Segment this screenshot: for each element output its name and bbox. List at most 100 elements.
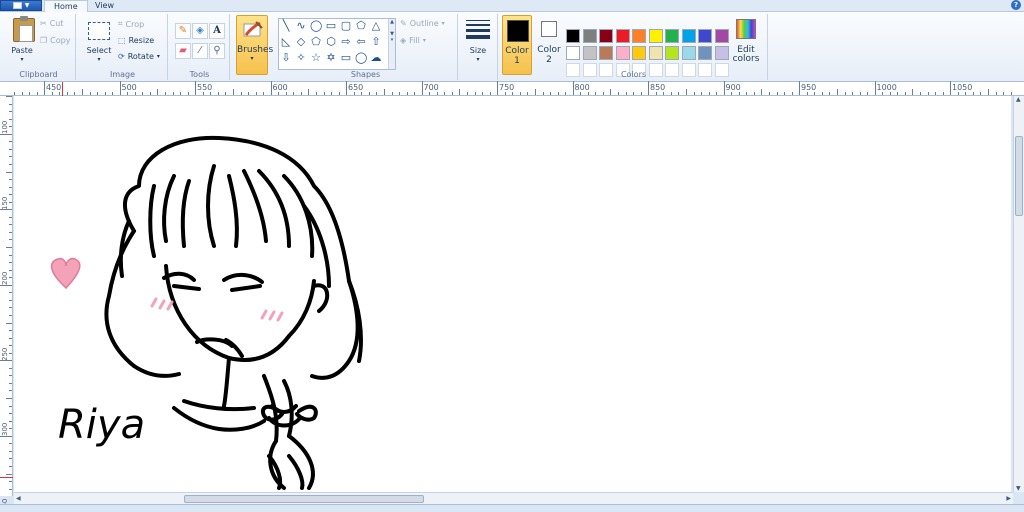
right-triangle-shape-icon[interactable]: ◺ — [280, 36, 292, 48]
ruler-tick — [210, 92, 212, 95]
hexagon-shape-icon[interactable]: ⬡ — [325, 36, 337, 48]
ribbon-tab-bar: ▼ Home View ? — [0, 0, 1024, 13]
scroll-left-icon[interactable]: ◀ — [16, 495, 21, 502]
ruler-tick — [29, 92, 31, 95]
horizontal-scroll-thumb[interactable] — [184, 495, 424, 503]
ruler-tick — [255, 92, 257, 95]
fill-button[interactable]: ◈ Fill ▾ — [400, 36, 426, 45]
ruler-tick — [9, 231, 12, 233]
triangle-shape-icon[interactable]: △ — [370, 20, 382, 32]
ruler-tick — [361, 92, 363, 95]
line-shape-icon[interactable]: ╲ — [280, 20, 292, 32]
horizontal-scrollbar[interactable]: ◀ ▶ — [14, 492, 1013, 504]
cut-button[interactable]: ✂ Cut — [40, 19, 64, 28]
ruler-tick — [9, 163, 12, 165]
colors-group: Colors — [500, 14, 768, 80]
left-arrow-shape-icon[interactable]: ⇦ — [355, 36, 367, 48]
rotate-dropdown-icon: ▾ — [156, 53, 160, 60]
ruler-tick — [738, 92, 740, 95]
scroll-up-icon[interactable]: ▲ — [1016, 96, 1021, 103]
ruler-tick — [625, 92, 627, 95]
ruler-tick — [180, 92, 182, 95]
rounded-callout-shape-icon[interactable]: ▭ — [340, 52, 352, 64]
copy-button[interactable]: ❐ Copy — [40, 36, 70, 45]
ruler-tick — [0, 360, 12, 362]
select-label: Select — [86, 46, 112, 55]
down-arrow-shape-icon[interactable]: ⇩ — [280, 52, 292, 64]
scroll-right-icon[interactable]: ▶ — [1006, 495, 1011, 502]
magnifier-icon[interactable]: ⚲ — [209, 43, 225, 59]
four-point-star-shape-icon[interactable]: ✧ — [295, 52, 307, 64]
ruler-tick — [504, 92, 506, 95]
ruler-tick — [595, 92, 597, 95]
ruler-tick — [165, 92, 166, 95]
size-button[interactable]: Size ▾ — [460, 14, 496, 74]
cloud-callout-shape-icon[interactable]: ☁ — [370, 52, 382, 64]
ruler-tick — [383, 89, 385, 95]
help-icon[interactable]: ? — [1011, 0, 1021, 10]
ruler-tick — [640, 92, 642, 95]
ruler-tick — [610, 89, 612, 95]
scroll-down-icon[interactable]: ▼ — [1016, 485, 1021, 492]
rounded-rectangle-shape-icon[interactable]: ▢ — [340, 20, 352, 32]
ruler-tick — [9, 262, 12, 264]
ruler-tick — [602, 92, 604, 95]
ruler-tick — [0, 133, 12, 135]
ruler-label: 800 — [574, 83, 590, 92]
ruler-tick — [9, 201, 12, 203]
scissors-icon: ✂ — [40, 19, 47, 28]
ruler-tick — [414, 92, 416, 95]
ruler-tick — [844, 92, 846, 95]
vertical-scroll-thumb[interactable] — [1015, 136, 1023, 216]
size-dropdown-icon: ▾ — [476, 56, 480, 63]
ruler-tick — [323, 92, 325, 95]
ruler-tick — [9, 292, 12, 294]
right-arrow-shape-icon[interactable]: ⇨ — [340, 36, 352, 48]
tools-group-label: Tools — [189, 70, 210, 79]
crop-button[interactable]: ⌗ Crop — [118, 19, 144, 29]
oval-callout-shape-icon[interactable]: ◯ — [355, 52, 367, 64]
ruler-tick — [436, 92, 438, 95]
vertical-ruler-position-marker — [0, 477, 13, 478]
oval-shape-icon[interactable]: ◯ — [310, 20, 322, 32]
ruler-tick — [331, 92, 333, 95]
ruler-tick — [444, 92, 446, 95]
ruler-tick — [708, 92, 710, 95]
paint-menu-button[interactable]: ▼ — [0, 0, 42, 11]
curve-shape-icon[interactable]: ∿ — [295, 20, 307, 32]
tools-group: ✎ ◈ A ▰ ⁄ ⚲ Tools — [170, 14, 230, 80]
ruler-tick — [784, 92, 786, 95]
ruler-label: 750 — [499, 83, 515, 92]
ruler-tick — [9, 330, 12, 332]
polygon-shape-icon[interactable]: ⬠ — [355, 20, 367, 32]
select-button[interactable]: Select ▾ — [80, 14, 118, 66]
pencil-icon[interactable]: ✎ — [175, 23, 191, 39]
vertical-scrollbar[interactable]: ▲ ▼ — [1013, 96, 1024, 492]
resize-button[interactable]: ⬚ Resize — [118, 36, 154, 45]
ruler-tick — [1010, 92, 1012, 95]
up-arrow-shape-icon[interactable]: ⇧ — [370, 36, 382, 48]
ruler-tick — [74, 92, 76, 95]
outline-button[interactable]: ✎ Outline ▾ — [400, 19, 445, 28]
six-point-star-shape-icon[interactable]: ✡ — [325, 52, 337, 64]
color-picker-icon[interactable]: ⁄ — [192, 43, 208, 59]
brushes-button[interactable]: Brushes ▾ — [236, 15, 273, 75]
ruler-tick — [104, 92, 106, 95]
diamond-shape-icon[interactable]: ◇ — [295, 36, 307, 48]
ruler-tick — [9, 307, 12, 309]
paste-button[interactable]: Paste ▾ — [4, 14, 40, 66]
ruler-tick — [633, 92, 635, 95]
ruler-tick — [897, 92, 899, 95]
ruler-tick — [731, 92, 733, 95]
eraser-icon[interactable]: ▰ — [175, 43, 191, 59]
drawing-canvas[interactable]: Riya — [14, 96, 1011, 492]
pentagon-shape-icon[interactable]: ⬠ — [310, 36, 322, 48]
rectangle-shape-icon[interactable]: ▭ — [325, 20, 337, 32]
shapes-scrollbar[interactable]: ▲ ▼ ▾ — [388, 19, 395, 69]
fill-bucket-icon[interactable]: ◈ — [192, 23, 208, 39]
tab-view[interactable]: View — [86, 0, 123, 12]
document-icon — [12, 2, 22, 9]
five-point-star-shape-icon[interactable]: ☆ — [310, 52, 322, 64]
text-icon[interactable]: A — [209, 23, 225, 39]
rotate-button[interactable]: ⟳ Rotate ▾ — [118, 52, 160, 61]
